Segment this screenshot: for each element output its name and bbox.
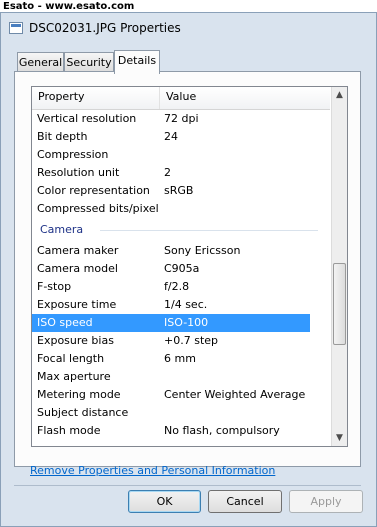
title-bar[interactable]: DSC02031.JPG Properties bbox=[1, 13, 376, 43]
property-row[interactable]: Exposure time 1/4 sec. bbox=[32, 296, 330, 314]
property-name: F-stop bbox=[37, 280, 72, 293]
column-header-value[interactable]: Value bbox=[166, 90, 196, 103]
separator bbox=[14, 485, 361, 486]
property-list[interactable]: Property Value Vertical resolution 72 dpi… bbox=[31, 86, 348, 447]
tab-general[interactable]: General bbox=[17, 52, 64, 72]
property-row[interactable]: Focal length 6 mm bbox=[32, 350, 330, 368]
property-name: Metering mode bbox=[37, 388, 121, 401]
property-value: 72 dpi bbox=[164, 112, 199, 125]
property-row[interactable]: Max aperture bbox=[32, 368, 330, 386]
property-row[interactable]: Resolution unit 2 bbox=[32, 164, 330, 182]
property-name: Color representation bbox=[37, 184, 150, 197]
property-row[interactable]: Camera maker Sony Ericsson bbox=[32, 242, 330, 260]
property-row[interactable]: Compressed bits/pixel bbox=[32, 200, 330, 218]
group-divider bbox=[100, 230, 318, 231]
property-value: 2 bbox=[164, 166, 171, 179]
property-name: Camera model bbox=[37, 262, 118, 275]
property-value: Center Weighted Average bbox=[164, 388, 306, 401]
group-header-camera: Camera bbox=[32, 218, 330, 242]
property-row[interactable]: Vertical resolution 72 dpi bbox=[32, 110, 330, 128]
property-row[interactable]: Camera model C905a bbox=[32, 260, 330, 278]
property-name: Vertical resolution bbox=[37, 112, 137, 125]
tab-security[interactable]: Security bbox=[64, 52, 114, 72]
property-value: sRGB bbox=[164, 184, 194, 197]
image-file-icon bbox=[9, 22, 23, 34]
property-value: C905a bbox=[164, 262, 200, 275]
properties-dialog: DSC02031.JPG Properties General Security… bbox=[0, 12, 377, 527]
property-rows: Vertical resolution 72 dpi Bit depth 24 Comp… bbox=[32, 110, 330, 440]
property-name: Compression bbox=[37, 148, 109, 161]
property-row[interactable]: Subject distance bbox=[32, 404, 330, 422]
property-value: ISO-100 bbox=[164, 316, 209, 329]
scroll-thumb[interactable] bbox=[333, 263, 346, 345]
property-value: +0.7 step bbox=[164, 334, 219, 347]
property-value: 24 bbox=[164, 130, 178, 143]
ok-button[interactable]: OK bbox=[128, 490, 201, 513]
property-name: Flash mode bbox=[37, 424, 101, 437]
property-name: Exposure time bbox=[37, 298, 117, 311]
property-row[interactable]: F-stop f/2.8 bbox=[32, 278, 330, 296]
property-name: Max aperture bbox=[37, 370, 111, 383]
scroll-down-arrow-icon[interactable]: ▼ bbox=[332, 430, 347, 446]
vertical-scrollbar[interactable]: ▲ ▼ bbox=[331, 87, 347, 446]
cancel-button[interactable]: Cancel bbox=[208, 490, 282, 513]
property-value: No flash, compulsory bbox=[164, 424, 280, 437]
details-panel: Property Value Vertical resolution 72 dpi… bbox=[14, 71, 361, 467]
property-name: Camera maker bbox=[37, 244, 119, 257]
property-row[interactable]: Compression bbox=[32, 146, 330, 164]
column-divider[interactable] bbox=[159, 87, 160, 109]
group-label: Camera bbox=[40, 223, 84, 236]
column-header-property[interactable]: Property bbox=[38, 90, 85, 103]
property-value: 1/4 sec. bbox=[164, 298, 208, 311]
property-value: Sony Ericsson bbox=[164, 244, 241, 257]
property-row[interactable]: Flash mode No flash, compulsory bbox=[32, 422, 330, 440]
property-row[interactable]: Exposure bias +0.7 step bbox=[32, 332, 330, 350]
property-name: Focal length bbox=[37, 352, 105, 365]
scroll-up-arrow-icon[interactable]: ▲ bbox=[332, 87, 347, 103]
property-name: Resolution unit bbox=[37, 166, 120, 179]
list-header: Property Value bbox=[32, 87, 330, 110]
property-row[interactable]: ISO speed ISO-100 bbox=[32, 314, 310, 332]
property-name: ISO speed bbox=[37, 316, 93, 329]
property-name: Exposure bias bbox=[37, 334, 114, 347]
apply-button[interactable]: Apply bbox=[289, 490, 363, 513]
property-value: 6 mm bbox=[164, 352, 196, 365]
tab-details[interactable]: Details bbox=[114, 50, 160, 74]
window-title: DSC02031.JPG Properties bbox=[29, 21, 181, 35]
property-row[interactable]: Bit depth 24 bbox=[32, 128, 330, 146]
property-name: Compressed bits/pixel bbox=[37, 202, 159, 215]
property-name: Subject distance bbox=[37, 406, 129, 419]
property-value: f/2.8 bbox=[164, 280, 190, 293]
remove-properties-link[interactable]: Remove Properties and Personal Informati… bbox=[30, 464, 275, 477]
property-name: Bit depth bbox=[37, 130, 88, 143]
property-row[interactable]: Color representation sRGB bbox=[32, 182, 330, 200]
property-row[interactable]: Metering mode Center Weighted Average bbox=[32, 386, 330, 404]
